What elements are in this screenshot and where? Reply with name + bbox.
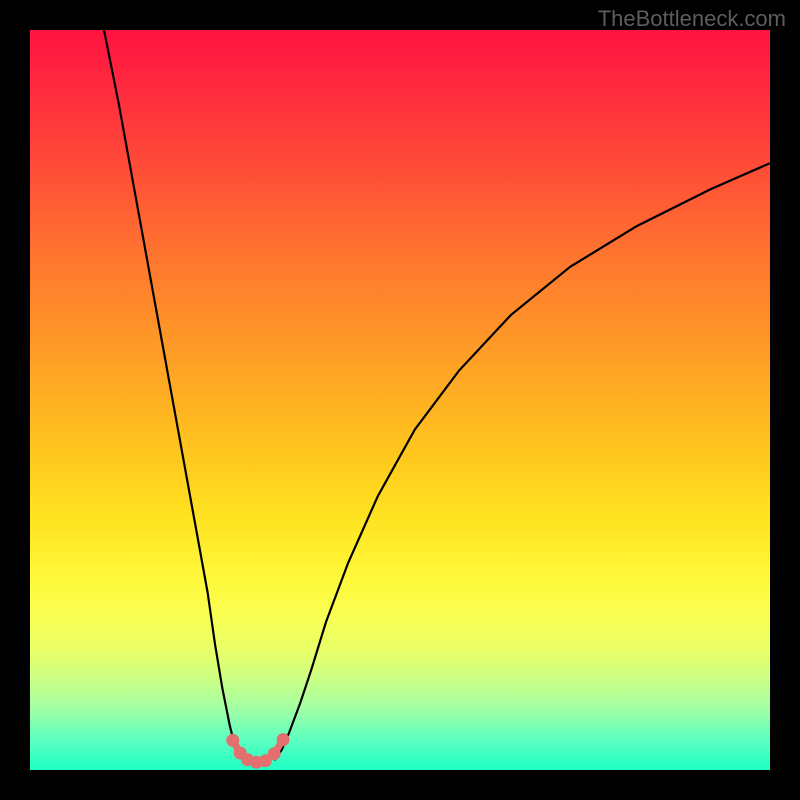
curve-right-branch	[274, 163, 770, 760]
curve-overlay	[30, 30, 770, 770]
valley-point	[268, 747, 281, 760]
curve-left-branch	[104, 30, 245, 760]
valley-point	[277, 733, 290, 746]
chart-frame: TheBottleneck.com	[0, 0, 800, 800]
plot-area	[30, 30, 770, 770]
valley-point	[226, 734, 239, 747]
watermark-text: TheBottleneck.com	[598, 6, 786, 32]
